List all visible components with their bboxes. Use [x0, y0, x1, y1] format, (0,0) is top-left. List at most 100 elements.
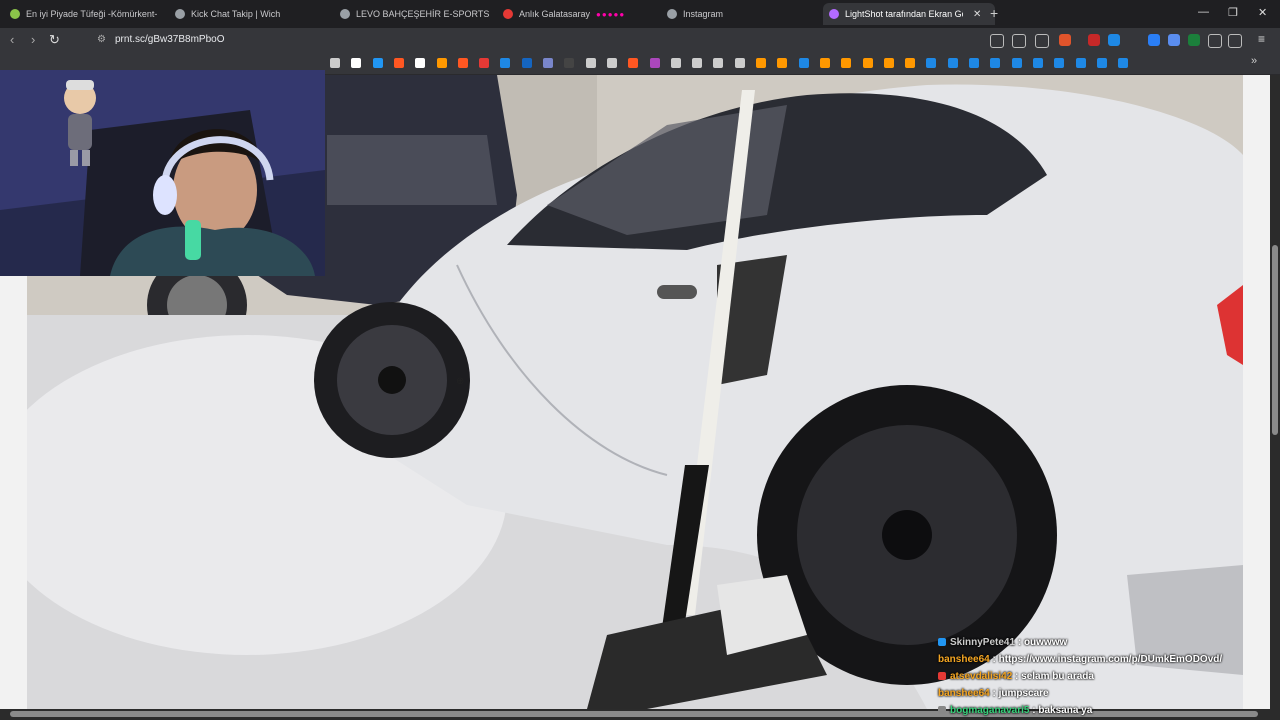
bookmark-icon[interactable]: [777, 58, 788, 68]
globe-icon: [667, 9, 677, 19]
bookmark-icon[interactable]: [841, 58, 852, 68]
share-icon[interactable]: [1035, 34, 1049, 48]
chat-username: banshee64: [938, 688, 990, 699]
chat-text: https://www.instagram.com/p/DUmkEmODOvd/: [998, 654, 1223, 665]
bookmark-icon[interactable]: [351, 58, 362, 68]
favicon-icon: [10, 9, 20, 19]
bookmark-icon[interactable]: [1011, 58, 1022, 68]
bookmark-icon[interactable]: [649, 58, 660, 68]
chat-username: bogmaganavari5: [950, 705, 1030, 716]
reload-icon[interactable]: ↻: [49, 32, 60, 48]
bookmark-icon[interactable]: [692, 58, 703, 68]
tab-item[interactable]: Kick Chat Takip | Wich: [175, 3, 325, 25]
sidebar-icon[interactable]: [1228, 34, 1242, 48]
bookmark-icon[interactable]: [393, 58, 404, 68]
bookmark-icon[interactable]: [564, 58, 575, 68]
bookmark-icon[interactable]: [372, 58, 383, 68]
tab-label: Anlık Galatasaray: [519, 9, 591, 19]
tab-item[interactable]: LEVO BAHÇEŞEHİR E-SPORTS OYUN: [340, 3, 490, 25]
extension-icon[interactable]: [1148, 34, 1160, 46]
kick-badge-icon: [938, 706, 946, 715]
bookmark-icon[interactable]: [543, 58, 553, 68]
bookmark-icon[interactable]: [947, 58, 958, 68]
bookmark-icon[interactable]: [436, 58, 447, 68]
cast-icon[interactable]: [1012, 34, 1026, 48]
maximize-icon[interactable]: ❐: [1228, 6, 1238, 19]
bookmark-icon[interactable]: [415, 58, 426, 68]
tab-item-active[interactable]: LightShot tarafından Ekran Görü ✕: [823, 3, 995, 25]
chat-text: selam bu arada: [1021, 671, 1094, 682]
menu-icon[interactable]: ≡: [1258, 32, 1265, 46]
back-icon[interactable]: ‹: [10, 32, 14, 47]
bookmark-icon[interactable]: [756, 58, 766, 68]
bookmark-icon[interactable]: [628, 58, 639, 68]
new-tab-button[interactable]: +: [990, 5, 998, 21]
bookmarks-overflow-icon[interactable]: »: [1251, 55, 1257, 67]
ublock-icon[interactable]: [1088, 34, 1100, 46]
chat-message: banshee64 : jumpscare: [938, 688, 1049, 699]
minimize-icon[interactable]: —: [1198, 6, 1209, 18]
close-window-icon[interactable]: ✕: [1258, 6, 1267, 19]
bookmark-icon[interactable]: [1032, 58, 1043, 68]
chat-message: banshee64 : https://www.instagram.com/p/…: [938, 654, 1223, 665]
bookmark-icon[interactable]: [798, 58, 809, 68]
bookmark-icon[interactable]: [479, 58, 490, 68]
chat-overlay: SkinnyPete41 : ouwwww banshee64 : https:…: [938, 634, 1268, 719]
chat-message: bogmaganavari5 : baksana ya: [938, 702, 1268, 719]
extension-icon[interactable]: [1168, 34, 1180, 46]
chat-text: jumpscare: [998, 688, 1049, 699]
scroll-thumb[interactable]: [1272, 245, 1278, 435]
bookmark-icon[interactable]: [819, 58, 830, 68]
bookmark-icon[interactable]: [500, 58, 511, 68]
bookmark-icon[interactable]: [883, 58, 894, 68]
bookmark-icon[interactable]: [585, 58, 596, 68]
bookmark-icon[interactable]: [670, 58, 681, 68]
bookmark-icon[interactable]: [606, 58, 617, 68]
tab-item[interactable]: Instagram: [667, 3, 817, 25]
tab-label: Instagram: [683, 9, 724, 19]
sub-badge-icon: [938, 638, 946, 647]
bookmark-icon[interactable]: [330, 58, 340, 68]
tab-label: LightShot tarafından Ekran Görü: [845, 9, 963, 19]
url-input[interactable]: prnt.sc/gBw37B8mPboO: [115, 34, 225, 45]
bookmark-icon[interactable]: [1054, 58, 1065, 68]
tab-item[interactable]: En iyi Piyade Tüfeği -Kömürkent- (ist: [10, 3, 160, 25]
site-info-icon[interactable]: ⚙: [97, 34, 106, 45]
chat-message: SkinnyPete41 : ouwwww: [938, 634, 1268, 651]
globe-icon: [340, 9, 350, 19]
extensions-puzzle-icon[interactable]: [1208, 34, 1222, 48]
bookmark-icon[interactable]: [1075, 58, 1086, 68]
bookmark-icon[interactable]: [905, 58, 916, 68]
bookmark-icon[interactable]: [926, 58, 937, 68]
bookmark-icon[interactable]: [521, 58, 532, 68]
webcam-overlay: [0, 70, 325, 276]
zoom-icon[interactable]: [990, 34, 1004, 48]
chat-text: baksana ya: [1038, 705, 1093, 716]
tab-label: LEVO BAHÇEŞEHİR E-SPORTS OYUN: [356, 9, 490, 19]
bookmark-icon[interactable]: [713, 58, 724, 68]
globe-icon: [175, 9, 185, 19]
bookmark-icon[interactable]: [734, 58, 745, 68]
excel-icon[interactable]: [1188, 34, 1200, 46]
tab-item[interactable]: Anlık Galatasaray ●●●●●: [503, 3, 653, 25]
bookmark-icon[interactable]: [1118, 58, 1129, 68]
chat-username: atsevdalisi42: [950, 671, 1013, 682]
chat-text: ouwwww: [1023, 637, 1068, 648]
chat-username: SkinnyPete41: [950, 637, 1016, 648]
zoom-in-icon: ⊕: [456, 376, 465, 387]
tab-label: Kick Chat Takip | Wich: [191, 9, 281, 19]
chat-username: banshee64: [938, 654, 990, 665]
extension-icon[interactable]: [1108, 34, 1120, 46]
mascot-sticker: [60, 78, 100, 173]
vertical-scrollbar[interactable]: [1270, 75, 1280, 709]
youtube-icon: [503, 9, 513, 19]
brave-shield-icon[interactable]: [1059, 34, 1071, 46]
forward-icon[interactable]: ›: [31, 32, 35, 47]
bookmark-icon[interactable]: [457, 58, 468, 68]
bookmark-icon[interactable]: [969, 58, 979, 68]
bookmark-icon[interactable]: [990, 58, 1001, 68]
bookmark-icon[interactable]: [1096, 58, 1107, 68]
bookmark-icon[interactable]: [862, 58, 873, 68]
tab-strip: En iyi Piyade Tüfeği -Kömürkent- (ist Ki…: [0, 0, 1280, 28]
close-tab-icon[interactable]: ✕: [973, 9, 981, 20]
